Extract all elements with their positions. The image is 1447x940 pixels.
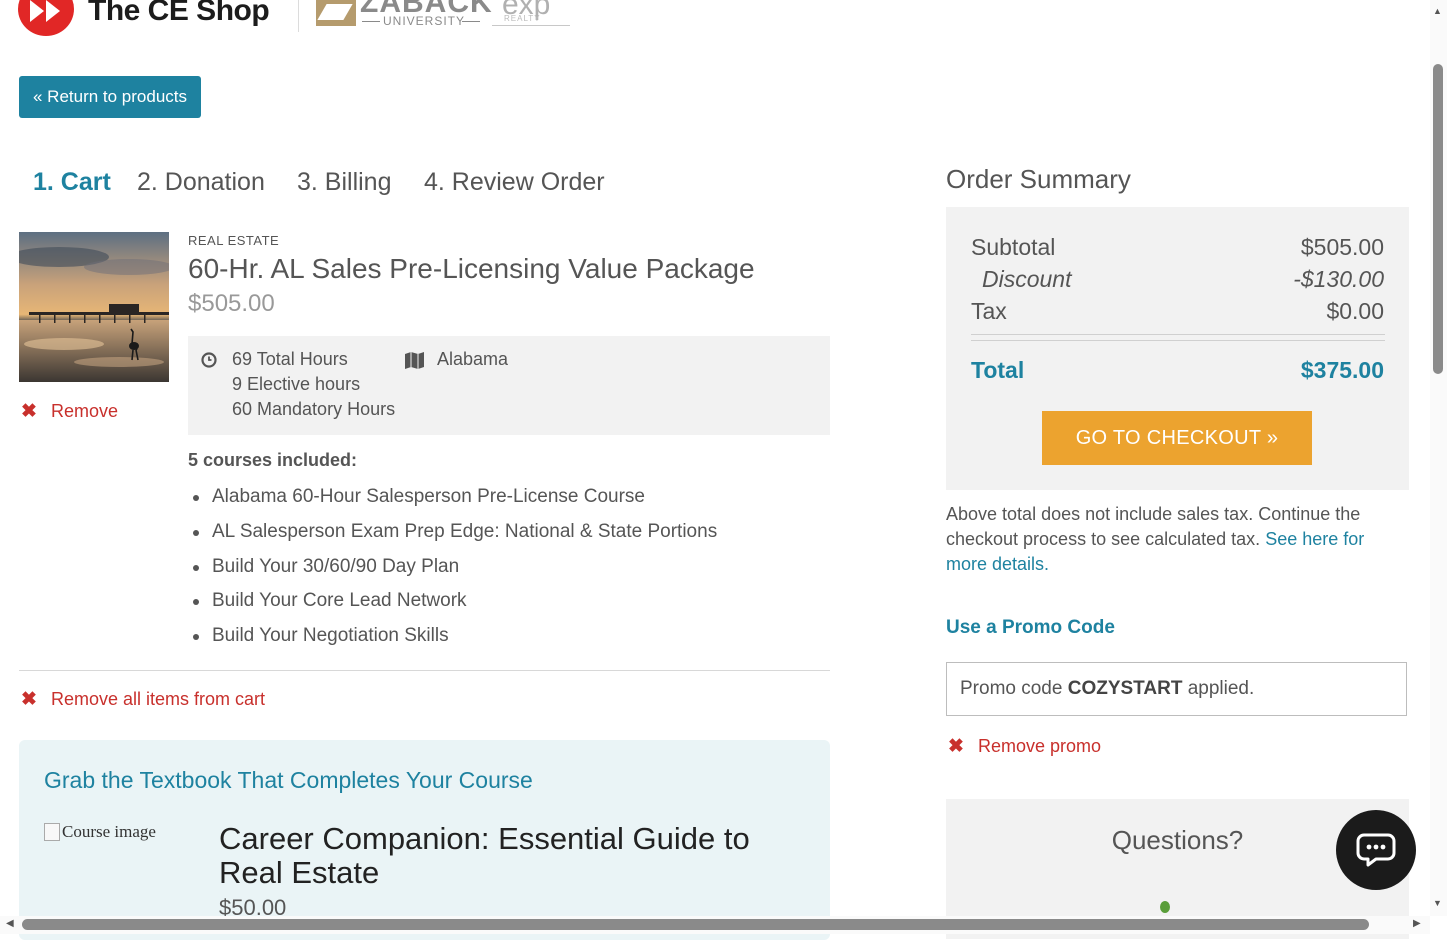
remove-item-button[interactable]: ✖ Remove xyxy=(21,400,118,423)
remove-all-label: Remove all items from cart xyxy=(51,689,266,709)
divider xyxy=(19,670,830,671)
close-icon: ✖ xyxy=(21,401,37,422)
zaback-logo-subtext: UNIVERSITY xyxy=(383,14,466,28)
logo-rule xyxy=(492,25,570,26)
step-cart[interactable]: 1. Cart xyxy=(33,168,111,197)
return-to-products-button[interactable]: « Return to products xyxy=(19,76,201,118)
remove-item-label: Remove xyxy=(51,401,119,421)
list-item: Build Your Core Lead Network xyxy=(188,587,717,622)
list-item: AL Salesperson Exam Prep Edge: National … xyxy=(188,518,717,553)
total-label: Total xyxy=(971,357,1025,383)
logo-rule xyxy=(362,21,380,22)
broken-image-icon xyxy=(44,823,60,841)
close-icon: ✖ xyxy=(21,689,37,710)
courses-included-label: 5 courses included: xyxy=(188,450,358,470)
step-donation[interactable]: 2. Donation xyxy=(137,168,265,197)
use-promo-code-link[interactable]: Use a Promo Code xyxy=(946,617,1115,639)
scroll-right-arrow-icon[interactable]: ▶ xyxy=(1413,918,1421,929)
go-to-checkout-button[interactable]: GO TO CHECKOUT » xyxy=(1042,411,1312,465)
chat-bubble-icon xyxy=(1356,833,1396,867)
discount-label: Discount xyxy=(982,266,1072,292)
scroll-left-arrow-icon[interactable]: ◀ xyxy=(6,918,14,929)
step-billing[interactable]: 3. Billing xyxy=(297,168,392,197)
tax-value: $0.00 xyxy=(1326,298,1384,324)
total-hours: 69 Total Hours xyxy=(232,349,348,369)
promo-code: COZYSTART xyxy=(1067,678,1183,699)
promo-applied-box: Promo code COZYSTART applied. xyxy=(946,662,1407,716)
mandatory-hours: 60 Mandatory Hours xyxy=(232,399,396,419)
summary-divider xyxy=(971,334,1385,335)
product-state: Alabama xyxy=(437,349,509,369)
remove-promo-label: Remove promo xyxy=(978,736,1102,756)
discount-value: -$130.00 xyxy=(1293,266,1384,292)
ce-shop-logo-icon[interactable] xyxy=(18,0,74,36)
product-title[interactable]: 60-Hr. AL Sales Pre-Licensing Value Pack… xyxy=(188,253,755,285)
subtotal-value: $505.00 xyxy=(1300,234,1384,260)
product-price: $505.00 xyxy=(188,290,275,317)
logo-rule xyxy=(462,21,480,22)
clock-icon xyxy=(201,352,217,373)
remove-all-button[interactable]: ✖ Remove all items from cart xyxy=(21,688,265,711)
product-image xyxy=(19,232,169,382)
subtotal-label: Subtotal xyxy=(971,234,1056,260)
course-image: Course image xyxy=(44,822,156,842)
summary-divider xyxy=(971,340,1385,341)
brand-logo-text[interactable]: The CE Shop xyxy=(88,0,270,28)
exp-logo-subtext: REALTY xyxy=(504,14,541,23)
total-value: $375.00 xyxy=(1300,357,1384,383)
tax-note: Above total does not include sales tax. … xyxy=(946,502,1396,577)
tax-label: Tax xyxy=(971,298,1007,324)
logo-divider xyxy=(298,0,299,32)
horizontal-scrollbar-thumb[interactable] xyxy=(22,919,1369,930)
scroll-down-arrow-icon[interactable]: ▼ xyxy=(1433,898,1442,908)
order-summary-title: Order Summary xyxy=(946,164,1131,194)
list-item: Build Your Negotiation Skills xyxy=(188,622,717,657)
promo-applied-suffix: applied. xyxy=(1187,678,1255,699)
product-category: REAL ESTATE xyxy=(188,233,280,248)
textbook-title[interactable]: Career Companion: Essential Guide to Rea… xyxy=(219,822,799,890)
map-icon xyxy=(405,352,425,374)
zaback-logo-icon xyxy=(316,0,356,26)
chat-button[interactable] xyxy=(1336,810,1416,890)
close-icon: ✖ xyxy=(948,736,964,757)
list-item: Build Your 30/60/90 Day Plan xyxy=(188,553,717,588)
course-list: Alabama 60-Hour Salesperson Pre-License … xyxy=(188,483,717,657)
scroll-up-arrow-icon[interactable]: ▲ xyxy=(1433,6,1442,16)
elective-hours: 9 Elective hours xyxy=(232,374,361,394)
remove-promo-button[interactable]: ✖ Remove promo xyxy=(948,735,1101,758)
course-image-alt: Course image xyxy=(62,822,156,841)
step-review-order[interactable]: 4. Review Order xyxy=(424,168,605,197)
promo-applied-prefix: Promo code xyxy=(960,678,1063,699)
upsell-title: Grab the Textbook That Completes Your Co… xyxy=(44,767,533,793)
list-item: Alabama 60-Hour Salesperson Pre-License … xyxy=(188,483,717,518)
vertical-scrollbar-thumb[interactable] xyxy=(1433,64,1443,374)
leaf-icon xyxy=(1160,901,1170,913)
